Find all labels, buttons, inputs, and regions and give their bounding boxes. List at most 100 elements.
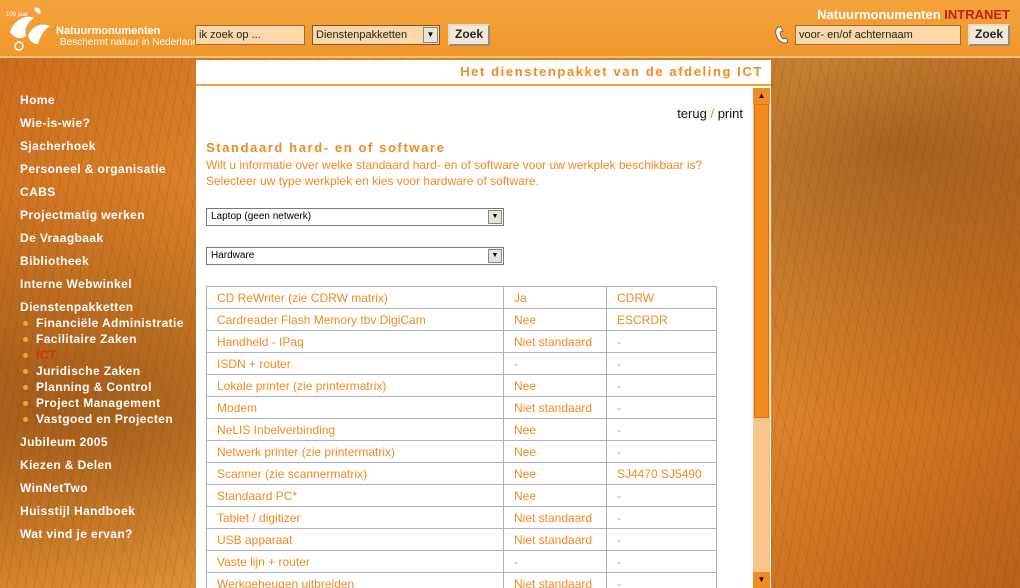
natuurmonumenten-logo <box>10 7 50 51</box>
table-cell-code: ESCRDR <box>606 308 717 331</box>
sidebar-item-feedback[interactable]: Wat vind je ervan? <box>20 526 195 549</box>
intro-text: Wilt u informatie over welke standaard h… <box>206 157 746 189</box>
sidebar-item-dienstenpakketten[interactable]: Dienstenpakketten <box>20 299 195 315</box>
bullet-icon <box>23 369 28 374</box>
search-input[interactable]: ik zoek op ... <box>195 25 305 45</box>
sidebar-item-huisstijl[interactable]: Huisstijl Handboek <box>20 503 195 526</box>
sidebar-subitem-label: Facilitaire Zaken <box>36 332 137 346</box>
bullet-icon <box>23 401 28 406</box>
sidebar-subitem-project[interactable]: Project Management <box>20 395 195 411</box>
sidebar-item-cabs[interactable]: CABS <box>20 184 195 207</box>
sidebar-subitem-label: Project Management <box>36 396 161 410</box>
chevron-down-icon: ▼ <box>488 210 502 224</box>
sidebar-subitem-juridische[interactable]: Juridische Zaken <box>20 363 195 379</box>
table-cell-standard: Nee <box>503 440 607 463</box>
scroll-up-icon[interactable]: ▲ <box>753 88 770 104</box>
print-link[interactable]: print <box>718 106 743 121</box>
table-cell-standard: - <box>503 352 607 375</box>
table-cell-code: - <box>606 330 717 353</box>
table-cell-item[interactable]: Werkgeheugen uitbreiden <box>206 572 504 588</box>
page-title: Het dienstenpakket van de afdeling ICT <box>196 60 771 86</box>
table-cell-item[interactable]: Cardreader Flash Memory tbv DigiCam <box>206 308 504 331</box>
sidebar-subitem-label: Juridische Zaken <box>36 364 141 378</box>
table-cell-item[interactable]: Standaard PC* <box>206 484 504 507</box>
table-cell-item[interactable]: Handheld - IPaq <box>206 330 504 353</box>
sidebar-subitem-planning[interactable]: Planning & Control <box>20 379 195 395</box>
intro-line: Wilt u informatie over welke standaard h… <box>206 158 703 172</box>
content-panel: Het dienstenpakket van de afdeling ICT t… <box>196 60 771 588</box>
sidebar-item-personeel[interactable]: Personeel & organisatie <box>20 161 195 184</box>
table-cell-standard: Nee <box>503 308 607 331</box>
table-cell-code: - <box>606 528 717 551</box>
hardware-table: CD ReWriter (zie CDRW matrix) Ja CDRW Cardr… <box>206 286 717 588</box>
table-cell-standard: Niet standaard <box>503 528 607 551</box>
table-row: Vaste lijn + router - - <box>206 550 717 573</box>
sidebar-item-sjacherhoek[interactable]: Sjacherhoek <box>20 138 195 161</box>
table-cell-item[interactable]: NeLIS Inbelverbinding <box>206 418 504 441</box>
sidebar-item-jubileum[interactable]: Jubileum 2005 <box>20 434 195 457</box>
table-cell-standard: Niet standaard <box>503 396 607 419</box>
table-cell-item[interactable]: Netwerk printer (zie printermatrix) <box>206 440 504 463</box>
sidebar-subitem-label: Planning & Control <box>36 380 152 394</box>
table-cell-item[interactable]: Tablet / digitizer <box>206 506 504 529</box>
sidebar-subitem-label: Vastgoed en Projecten <box>36 412 174 426</box>
chevron-down-icon: ▼ <box>423 27 438 43</box>
sidebar-item-projectmatig[interactable]: Projectmatig werken <box>20 207 195 230</box>
category-select-value: Dienstenpakketten <box>316 29 408 41</box>
table-row: Standaard PC* Nee - <box>206 484 717 507</box>
vertical-scrollbar[interactable]: ▲ ▼ <box>753 88 770 588</box>
intranet-org: Natuurmonumenten <box>817 7 941 22</box>
sidebar-item-kiezen-delen[interactable]: Kiezen & Delen <box>20 457 195 480</box>
category-select[interactable]: Dienstenpakketten ▼ <box>312 25 440 45</box>
table-cell-standard: Ja <box>503 286 607 309</box>
table-cell-code: - <box>606 440 717 463</box>
table-row: Handheld - IPaq Niet standaard - <box>206 330 717 353</box>
bullet-icon <box>23 353 28 358</box>
table-cell-standard: Nee <box>503 462 607 485</box>
sidebar-item-vraagbaak[interactable]: De Vraagbaak <box>20 230 195 253</box>
person-search-input[interactable]: voor- en/of achternaam <box>795 25 961 45</box>
table-cell-item[interactable]: USB apparaat <box>206 528 504 551</box>
table-cell-item[interactable]: ISDN + router <box>206 352 504 375</box>
table-cell-item[interactable]: Scanner (zie scannermatrix) <box>206 462 504 485</box>
intro-line: Selecteer uw type werkplek en kies voor … <box>206 174 539 188</box>
org-name: Natuurmonumenten <box>56 25 161 37</box>
top-header: 100 jaar Natuurmonumenten Beschermt natu… <box>0 0 1020 58</box>
table-cell-item[interactable]: Modem <box>206 396 504 419</box>
search-button[interactable]: Zoek <box>448 24 490 46</box>
chevron-down-icon: ▼ <box>488 249 502 263</box>
person-search-button[interactable]: Zoek <box>968 24 1010 46</box>
table-cell-item[interactable]: CD ReWriter (zie CDRW matrix) <box>206 286 504 309</box>
sidebar-item-wie-is-wie[interactable]: Wie-is-wie? <box>20 115 195 138</box>
sidebar-item-home[interactable]: Home <box>20 92 195 115</box>
table-cell-code: SJ4470 SJ5490 <box>606 462 717 485</box>
workplace-select[interactable]: Laptop (geen netwerk) ▼ <box>206 208 504 226</box>
sidebar-subitem-vastgoed[interactable]: Vastgoed en Projecten <box>20 411 195 427</box>
sidebar-item-webwinkel[interactable]: Interne Webwinkel <box>20 276 195 299</box>
sidebar-item-winnettwo[interactable]: WinNetTwo <box>20 480 195 503</box>
table-cell-code: - <box>606 550 717 573</box>
table-row: Netwerk printer (zie printermatrix) Nee - <box>206 440 717 463</box>
table-cell-code: CDRW <box>606 286 717 309</box>
back-link[interactable]: terug <box>677 106 707 121</box>
table-cell-item[interactable]: Lokale printer (zie printermatrix) <box>206 374 504 397</box>
table-cell-code: - <box>606 484 717 507</box>
table-cell-code: - <box>606 418 717 441</box>
workplace-select-value: Laptop (geen netwerk) <box>211 211 312 222</box>
table-cell-item[interactable]: Vaste lijn + router <box>206 550 504 573</box>
scroll-thumb[interactable] <box>754 104 769 418</box>
table-cell-standard: Nee <box>503 484 607 507</box>
sidebar-item-bibliotheek[interactable]: Bibliotheek <box>20 253 195 276</box>
scroll-down-icon[interactable]: ▼ <box>753 572 770 588</box>
table-cell-code: - <box>606 374 717 397</box>
sidebar-subitem-facilitaire[interactable]: Facilitaire Zaken <box>20 331 195 347</box>
logo-badge: 100 jaar <box>6 12 28 18</box>
link-separator: / <box>710 106 715 121</box>
table-row: Modem Niet standaard - <box>206 396 717 419</box>
type-select[interactable]: Hardware ▼ <box>206 247 504 265</box>
table-row: USB apparaat Niet standaard - <box>206 528 717 551</box>
sidebar-subitem-financiele[interactable]: Financiële Administratie <box>20 315 195 331</box>
intranet-label: INTRANET <box>944 7 1010 22</box>
sidebar-subitem-ict[interactable]: ICT <box>20 347 195 363</box>
sidebar-nav: Home Wie-is-wie? Sjacherhoek Personeel &… <box>20 92 195 549</box>
